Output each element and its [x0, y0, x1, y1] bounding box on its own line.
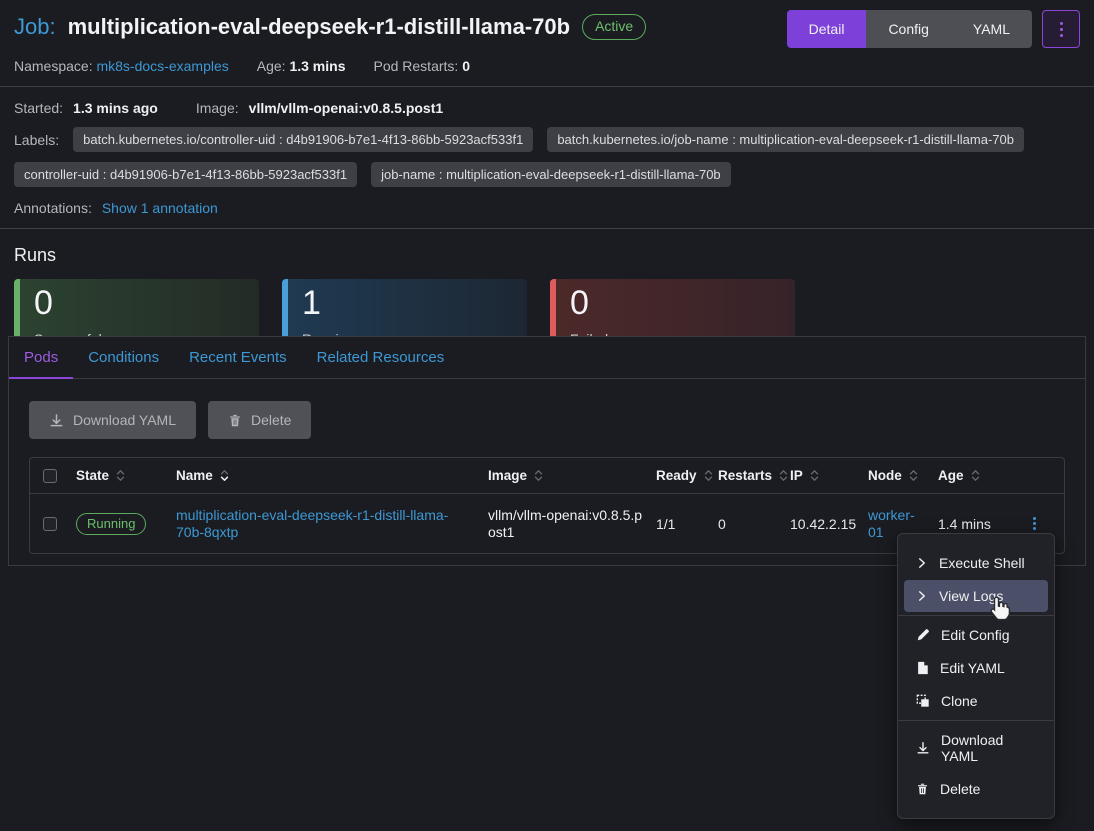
sort-icon	[534, 470, 543, 481]
successful-count: 0	[34, 285, 245, 321]
age-value: 1.3 mins	[289, 58, 345, 74]
row-checkbox[interactable]	[43, 517, 57, 531]
menu-item-execute-shell[interactable]: Execute Shell	[904, 547, 1048, 579]
file-icon	[916, 661, 929, 675]
annotations-label: Annotations:	[14, 200, 92, 216]
column-header-age[interactable]: Age	[932, 468, 1016, 483]
annotations-line: Annotations: Show 1 annotation	[14, 200, 1080, 216]
tab-pods[interactable]: Pods	[9, 337, 73, 378]
sort-icon	[909, 470, 918, 481]
detail-view-button[interactable]: Detail	[787, 10, 867, 48]
download-yaml-button[interactable]: Download YAML	[29, 401, 196, 439]
sort-icon	[116, 470, 125, 481]
pod-ip-value: 10.42.2.15	[790, 516, 856, 532]
runs-heading: Runs	[14, 245, 1080, 266]
bulk-actions: Download YAML Delete	[29, 401, 1085, 439]
download-icon	[49, 413, 64, 428]
menu-item-clone[interactable]: Clone	[904, 685, 1048, 717]
pod-restarts-field: Pod Restarts: 0	[373, 58, 470, 74]
column-header-image[interactable]: Image	[482, 468, 650, 483]
column-header-node[interactable]: Node	[862, 468, 932, 483]
menu-item-download-yaml[interactable]: Download YAML	[904, 724, 1048, 772]
chevron-right-icon	[916, 557, 928, 569]
pod-restarts-label: Pod Restarts:	[373, 58, 458, 74]
trash-icon	[916, 782, 929, 796]
started-image-line: Started: 1.3 mins ago Image: vllm/vllm-o…	[14, 100, 1080, 116]
page-header: Job: multiplication-eval-deepseek-r1-dis…	[14, 10, 1080, 48]
image-value: vllm/vllm-openai:v0.8.5.post1	[249, 100, 444, 116]
row-actions-menu-button[interactable]	[1029, 513, 1040, 534]
pencil-icon	[916, 628, 930, 642]
sort-icon	[810, 470, 819, 481]
column-header-restarts[interactable]: Restarts	[712, 468, 784, 483]
age-field: Age: 1.3 mins	[257, 58, 346, 74]
pod-restarts-value: 0	[462, 58, 470, 74]
label-badge: job-name : multiplication-eval-deepseek-…	[371, 162, 731, 187]
image-label: Image:	[196, 100, 239, 116]
labels-label: Labels:	[14, 132, 59, 148]
column-header-ready[interactable]: Ready	[650, 468, 712, 483]
menu-item-delete[interactable]: Delete	[904, 773, 1048, 805]
label-badge: controller-uid : d4b91906-b7e1-4f13-86bb…	[14, 162, 357, 187]
namespace-field: Namespace: mk8s-docs-examples	[14, 58, 229, 74]
clone-icon	[916, 694, 930, 708]
menu-item-view-logs[interactable]: View Logs	[904, 580, 1048, 612]
label-badge: batch.kubernetes.io/job-name : multiplic…	[547, 127, 1024, 152]
labels-line: Labels: batch.kubernetes.io/controller-u…	[14, 127, 1080, 187]
show-annotation-link[interactable]: Show 1 annotation	[102, 200, 218, 216]
menu-item-edit-yaml[interactable]: Edit YAML	[904, 652, 1048, 684]
download-icon	[916, 741, 930, 755]
failed-count: 0	[570, 285, 781, 321]
tab-conditions[interactable]: Conditions	[73, 337, 174, 378]
config-view-button[interactable]: Config	[866, 10, 950, 48]
started-label: Started:	[14, 100, 63, 116]
yaml-view-button[interactable]: YAML	[951, 10, 1032, 48]
pod-name-link[interactable]: multiplication-eval-deepseek-r1-distill-…	[176, 507, 476, 541]
resource-kind: Job:	[14, 14, 56, 40]
header-actions-menu-button[interactable]	[1042, 10, 1080, 48]
page-title: multiplication-eval-deepseek-r1-distill-…	[68, 14, 570, 40]
tab-recent-events[interactable]: Recent Events	[174, 337, 302, 378]
view-switcher: Detail Config YAML	[787, 10, 1032, 48]
meta-row: Namespace: mk8s-docs-examples Age: 1.3 m…	[14, 58, 1080, 74]
delete-button[interactable]: Delete	[208, 401, 311, 439]
namespace-link[interactable]: mk8s-docs-examples	[96, 58, 228, 74]
job-detail-page: Job: multiplication-eval-deepseek-r1-dis…	[0, 0, 1094, 831]
pod-restarts-cell: 0	[718, 516, 726, 532]
trash-icon	[228, 413, 242, 428]
select-all-checkbox[interactable]	[43, 469, 57, 483]
column-header-ip[interactable]: IP	[784, 468, 862, 483]
namespace-label: Namespace:	[14, 58, 93, 74]
pod-image-value: vllm/vllm-openai:v0.8.5.post1	[488, 507, 644, 541]
menu-item-edit-config[interactable]: Edit Config	[904, 619, 1048, 651]
sort-icon	[971, 470, 980, 481]
table-header-row: State Name Image Ready Restarts	[30, 458, 1064, 494]
status-badge: Active	[582, 14, 646, 40]
resource-tab-panel: Pods Conditions Recent Events Related Re…	[8, 336, 1086, 566]
details-divider	[0, 228, 1094, 229]
pod-age-value: 1.4 mins	[938, 516, 991, 532]
column-header-state[interactable]: State	[70, 468, 170, 483]
sort-icon-active	[220, 470, 229, 481]
tab-strip: Pods Conditions Recent Events Related Re…	[9, 337, 1085, 379]
pod-state-badge: Running	[76, 513, 146, 535]
age-label: Age:	[257, 58, 286, 74]
running-count: 1	[302, 285, 513, 321]
header-divider	[0, 86, 1094, 87]
pod-ready-value: 1/1	[656, 516, 675, 532]
started-value: 1.3 mins ago	[73, 100, 158, 116]
chevron-right-icon	[916, 590, 928, 602]
column-header-name[interactable]: Name	[170, 468, 482, 483]
label-badge: batch.kubernetes.io/controller-uid : d4b…	[73, 127, 533, 152]
row-context-menu: Execute Shell View Logs Edit Config Edit…	[897, 533, 1055, 819]
tab-related-resources[interactable]: Related Resources	[302, 337, 460, 378]
